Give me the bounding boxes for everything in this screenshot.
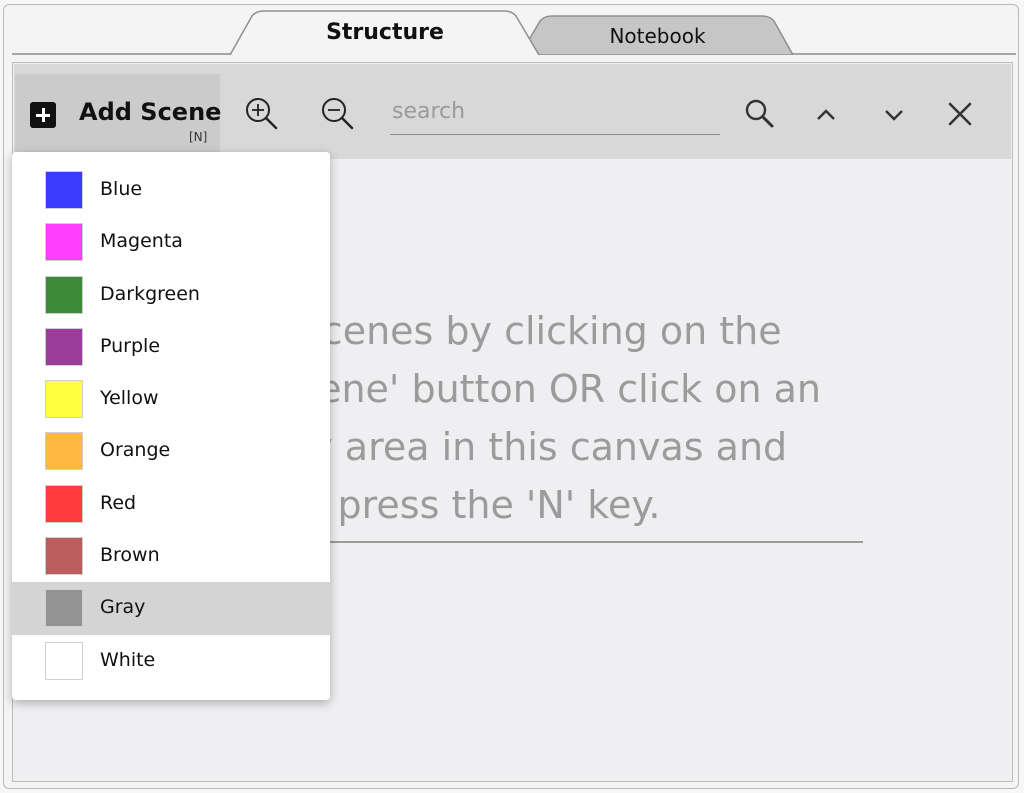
color-item-white[interactable]: White <box>12 635 330 687</box>
message-divider <box>276 541 863 543</box>
add-scene-label: Add Scene <box>79 98 222 126</box>
color-item-purple[interactable]: Purple <box>12 321 330 373</box>
color-item-red[interactable]: Red <box>12 478 330 530</box>
color-item-gray[interactable]: Gray <box>12 582 330 635</box>
search-icon[interactable] <box>742 96 778 132</box>
color-swatch <box>45 327 83 366</box>
tab-structure-label: Structure <box>326 20 444 45</box>
add-scene-button[interactable]: Add Scene [N] <box>15 74 222 152</box>
color-swatch <box>45 171 83 209</box>
tab-structure[interactable]: Structure <box>230 10 540 56</box>
color-label: Darkgreen <box>100 282 200 305</box>
color-label: Red <box>100 491 137 514</box>
tab-notebook[interactable]: Notebook <box>520 15 795 55</box>
add-scene-shortcut: [N] <box>189 130 208 144</box>
color-swatch <box>45 223 83 262</box>
color-swatch <box>45 589 83 628</box>
color-label: Yellow <box>100 387 159 410</box>
zoom-out-icon[interactable] <box>318 94 358 134</box>
color-label: Brown <box>100 544 160 567</box>
color-label: Purple <box>100 334 161 357</box>
zoom-in-icon[interactable] <box>242 94 282 134</box>
color-item-blue[interactable]: Blue <box>12 164 330 216</box>
chevron-up-icon[interactable] <box>811 100 841 130</box>
color-item-orange[interactable]: Orange <box>12 425 330 477</box>
color-item-darkgreen[interactable]: Darkgreen <box>12 269 330 321</box>
color-swatch <box>45 484 83 523</box>
color-swatch <box>45 641 83 680</box>
toolbar: Add Scene [N] <box>14 64 1011 159</box>
tab-bar: Notebook Structure <box>0 0 1024 56</box>
color-label: Gray <box>100 596 146 619</box>
color-label: Blue <box>100 178 143 200</box>
color-swatch <box>45 380 83 419</box>
search-field <box>390 89 720 135</box>
app-window: Notebook Structure Add Scene [N] search … <box>0 0 1024 793</box>
color-swatch <box>45 537 83 576</box>
color-item-brown[interactable]: Brown <box>12 530 330 582</box>
color-dropdown-menu: Blue Magenta Darkgreen Purple Yellow Ora… <box>12 152 330 700</box>
tab-notebook-label: Notebook <box>609 24 706 48</box>
color-label: White <box>100 648 156 671</box>
chevron-down-icon[interactable] <box>879 100 909 130</box>
color-item-magenta[interactable]: Magenta <box>12 216 330 268</box>
close-icon[interactable] <box>944 98 976 130</box>
color-swatch <box>45 432 83 471</box>
search-input[interactable] <box>390 89 720 134</box>
color-label: Magenta <box>100 230 183 253</box>
color-swatch <box>45 275 83 314</box>
color-item-yellow[interactable]: Yellow <box>12 373 330 425</box>
color-label: Orange <box>100 439 171 462</box>
plus-icon <box>30 102 56 128</box>
